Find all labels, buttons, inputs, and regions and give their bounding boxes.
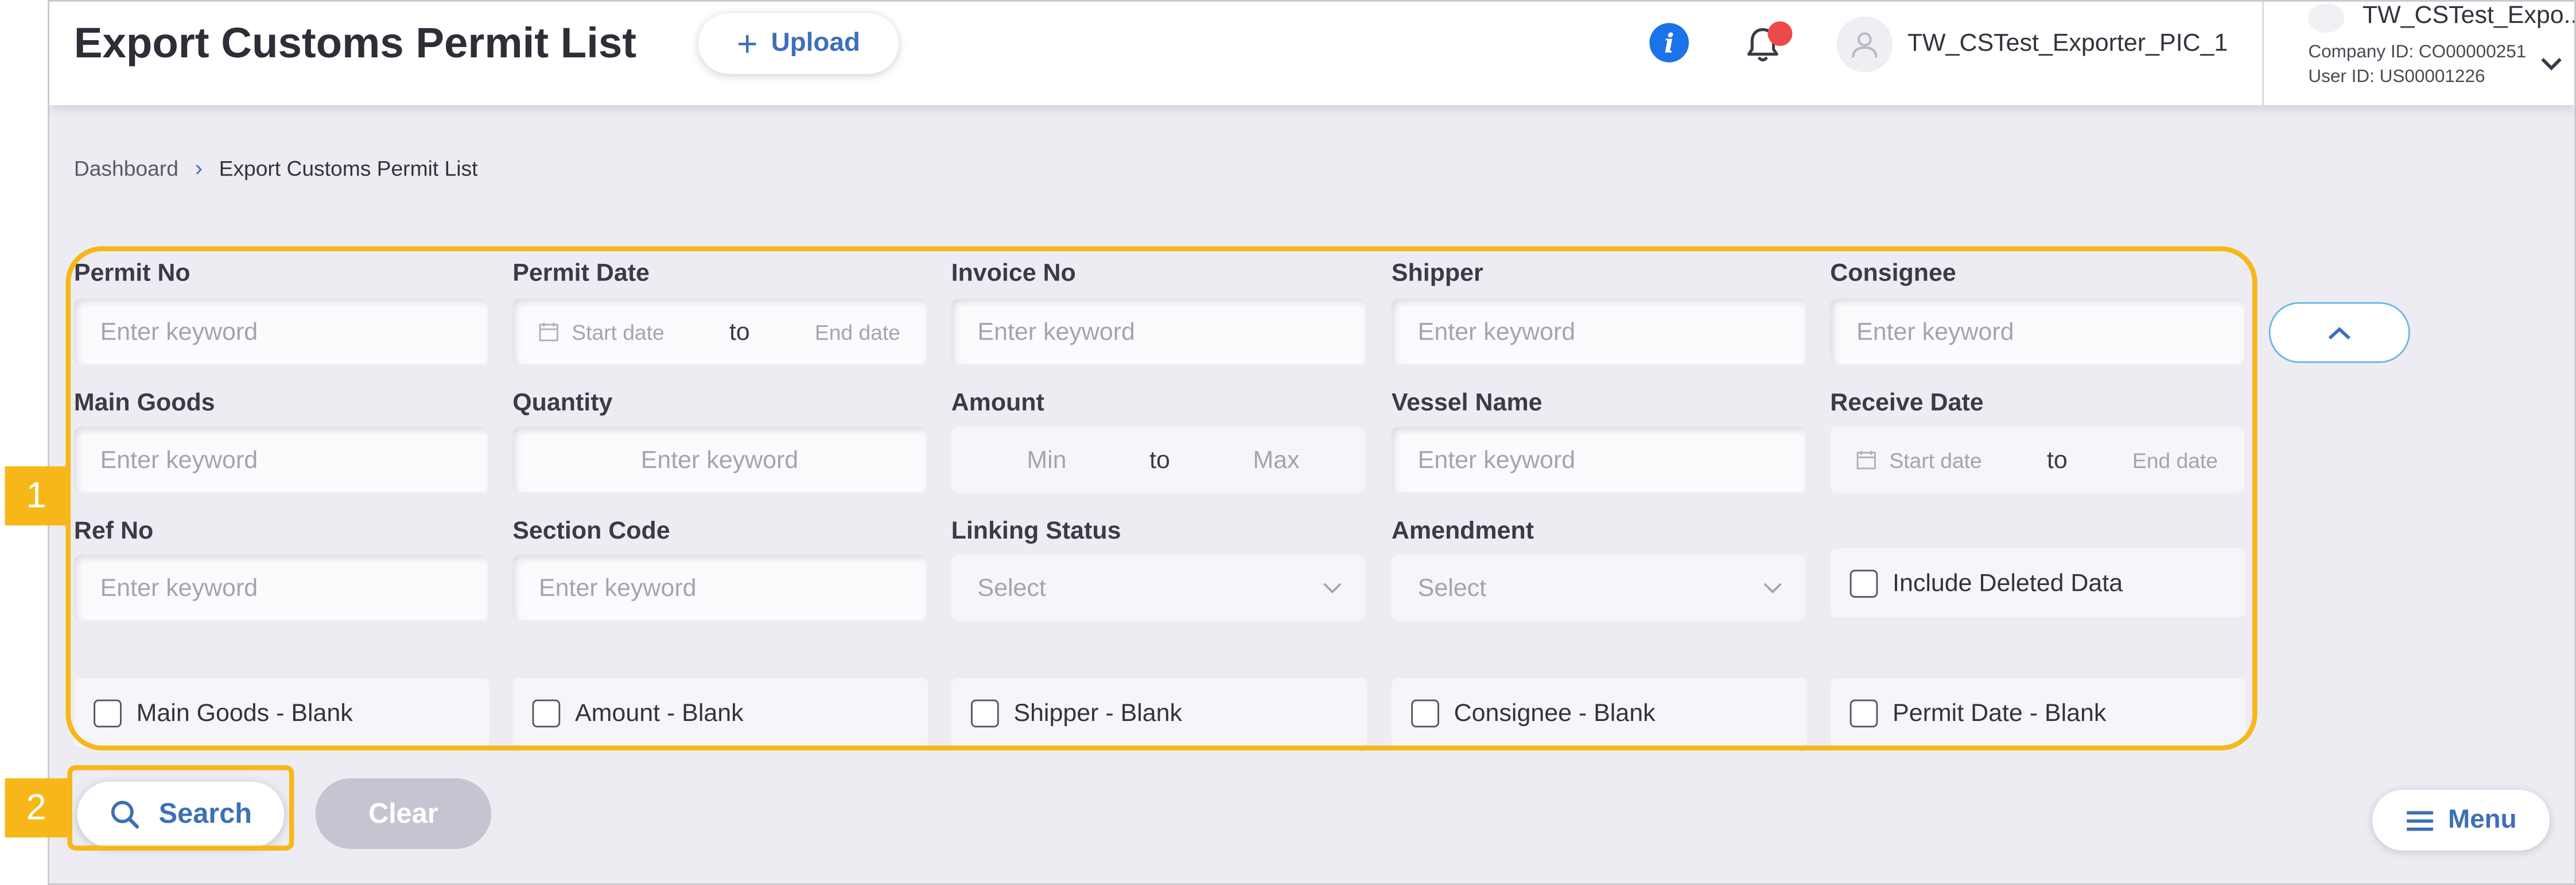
page-title: Export Customs Permit List (73, 18, 637, 68)
info-icon[interactable]: i (1649, 23, 1689, 63)
user-icon (1852, 32, 1878, 58)
company-name: TW_CSTest_Expo... (2362, 1, 2576, 30)
upload-label: Upload (771, 29, 860, 57)
avatar[interactable] (1836, 16, 1893, 72)
hamburger-icon (2407, 810, 2434, 831)
notification-badge (1767, 21, 1793, 46)
annotation-box-search (67, 765, 294, 851)
upload-button[interactable]: + Upload (698, 13, 899, 74)
clear-button[interactable]: Clear (315, 778, 492, 849)
breadcrumb-home[interactable]: Dashboard (74, 155, 178, 180)
company-switcher[interactable]: TW_CSTest_Expo... Company ID: CO00000251… (2262, 1, 2576, 106)
top-header: Export Customs Permit List + Upload i TW… (49, 1, 2576, 106)
collapse-filters-button[interactable] (2268, 302, 2410, 363)
company-logo-icon (2308, 3, 2345, 33)
menu-button[interactable]: Menu (2372, 790, 2550, 851)
annotation-number-2: 2 (5, 778, 68, 838)
breadcrumb: Dashboard › Export Customs Permit List (74, 154, 478, 181)
user-id: User ID: US00001226 (2308, 67, 2485, 87)
user-name[interactable]: TW_CSTest_Exporter_PIC_1 (1907, 30, 2228, 58)
annotation-number-1: 1 (5, 466, 68, 526)
chevron-up-icon (2328, 326, 2350, 339)
breadcrumb-current: Export Customs Permit List (219, 155, 478, 180)
chevron-right-icon: › (195, 154, 203, 181)
plus-icon: + (736, 22, 758, 64)
menu-label: Menu (2448, 805, 2517, 833)
annotation-box-filters (65, 246, 2258, 751)
screenshot-stage: Export Customs Permit List + Upload i TW… (0, 0, 2576, 885)
chevron-down-icon[interactable] (2540, 56, 2563, 72)
company-id: Company ID: CO00000251 (2308, 42, 2527, 63)
